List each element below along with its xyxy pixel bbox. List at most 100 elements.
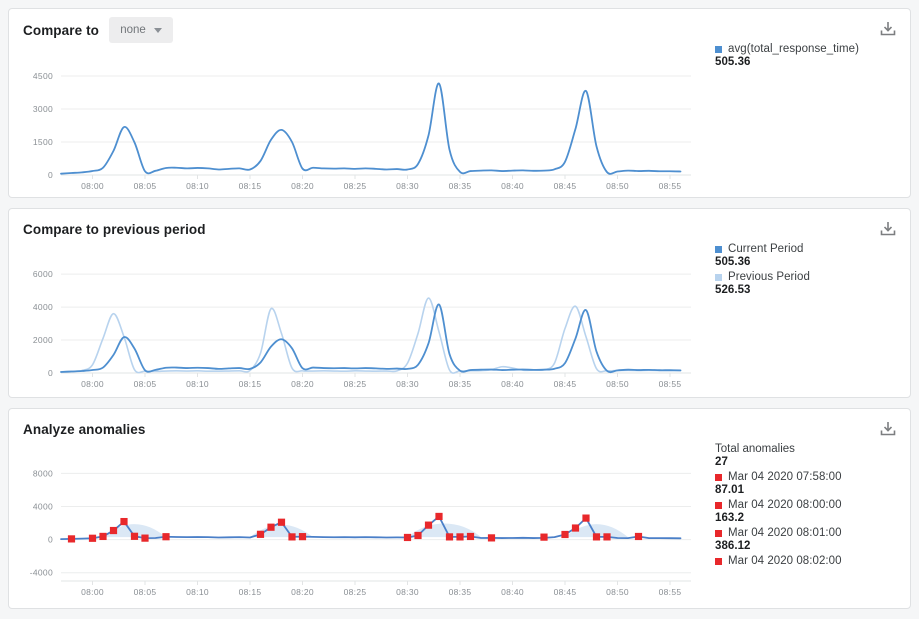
- panel-3-legend: Total anomalies 27 Mar 04 2020 07:58:00 …: [701, 409, 910, 608]
- legend-swatch-icon: [715, 274, 722, 281]
- svg-text:08:20: 08:20: [291, 587, 314, 597]
- legend-item-label: Previous Period: [728, 271, 810, 283]
- legend-item-value: 526.53: [715, 284, 910, 296]
- legend-swatch-icon: [715, 558, 722, 565]
- legend-item[interactable]: Mar 04 2020 07:58:00: [715, 471, 910, 483]
- svg-text:0: 0: [48, 535, 53, 545]
- svg-text:08:20: 08:20: [291, 181, 314, 191]
- chevron-down-icon: [154, 28, 162, 33]
- legend-item[interactable]: Mar 04 2020 08:00:00: [715, 499, 910, 511]
- svg-text:08:30: 08:30: [396, 181, 419, 191]
- svg-text:08:40: 08:40: [501, 181, 524, 191]
- legend-item[interactable]: Previous Period: [715, 271, 910, 283]
- legend-item-label: Mar 04 2020 08:02:00: [728, 555, 842, 567]
- panel-1-chart-container: Compare to none 015003000450008:0008:050…: [9, 9, 701, 197]
- download-icon[interactable]: [878, 19, 898, 39]
- legend-item-label: Mar 04 2020 08:00:00: [728, 499, 842, 511]
- panel-2-chart-container: Compare to previous period 0 2000 4000 6000…: [9, 209, 701, 397]
- legend-item[interactable]: Mar 04 2020 08:01:00: [715, 527, 910, 539]
- compare-to-dropdown-value: none: [120, 24, 146, 36]
- legend-list-1: avg(total_response_time) 505.36: [715, 43, 910, 68]
- svg-text:08:45: 08:45: [554, 379, 577, 389]
- svg-text:08:55: 08:55: [659, 379, 682, 389]
- svg-text:08:10: 08:10: [186, 181, 209, 191]
- panel-1-legend: avg(total_response_time) 505.36: [701, 9, 910, 197]
- legend-item[interactable]: Mar 04 2020 08:02:00: [715, 555, 910, 567]
- svg-text:08:00: 08:00: [81, 181, 104, 191]
- total-anomalies-label: Total anomalies: [715, 443, 910, 455]
- panel-2-title: Compare to previous period: [23, 222, 206, 237]
- dashboard-page: Compare to none 015003000450008:0008:050…: [0, 0, 919, 619]
- panel-3-title: Analyze anomalies: [23, 422, 146, 437]
- legend-item[interactable]: avg(total_response_time): [715, 43, 910, 55]
- svg-text:08:05: 08:05: [134, 587, 157, 597]
- page-title: Compare to: [23, 23, 99, 38]
- svg-text:08:50: 08:50: [606, 379, 629, 389]
- panel-compare-previous-period: Compare to previous period 0 2000 4000 6000…: [8, 208, 911, 398]
- legend-item-label: Mar 04 2020 08:01:00: [728, 527, 842, 539]
- svg-text:08:05: 08:05: [134, 379, 157, 389]
- panel-1-header: Compare to none: [23, 17, 173, 43]
- svg-text:08:25: 08:25: [344, 181, 367, 191]
- svg-text:08:50: 08:50: [606, 181, 629, 191]
- chart-compare-to: 0 1500 3000 4500 08:00 08:05 08:10 08:15 08:20 08…: [9, 55, 701, 195]
- svg-text:08:05: 08:05: [134, 181, 157, 191]
- legend-item-value: 505.36: [715, 256, 910, 268]
- legend-swatch-icon: [715, 502, 722, 509]
- svg-text:08:35: 08:35: [449, 181, 472, 191]
- download-icon[interactable]: [878, 419, 898, 439]
- legend-item[interactable]: Current Period: [715, 243, 910, 255]
- svg-text:08:35: 08:35: [449, 379, 472, 389]
- legend-list-2: Current Period 505.36 Previous Period 52…: [715, 243, 910, 296]
- svg-text:08:30: 08:30: [396, 587, 419, 597]
- svg-text:08:55: 08:55: [659, 181, 682, 191]
- svg-text:4500: 4500: [33, 71, 53, 81]
- legend-item-label: Current Period: [728, 243, 803, 255]
- legend-item-value: 87.01: [715, 484, 910, 496]
- svg-text:08:15: 08:15: [239, 181, 262, 191]
- panel-2-legend: Current Period 505.36 Previous Period 52…: [701, 209, 910, 397]
- legend-item-label: avg(total_response_time): [728, 43, 859, 55]
- svg-text:08:45: 08:45: [554, 181, 577, 191]
- legend-swatch-icon: [715, 246, 722, 253]
- svg-text:8000: 8000: [33, 468, 53, 478]
- legend-list-3: Total anomalies 27 Mar 04 2020 07:58:00 …: [715, 443, 910, 567]
- compare-to-dropdown[interactable]: none: [109, 17, 173, 43]
- legend-item-value: 163.2: [715, 512, 910, 524]
- svg-text:08:40: 08:40: [501, 587, 524, 597]
- svg-text:08:10: 08:10: [186, 587, 209, 597]
- svg-text:0: 0: [48, 368, 53, 378]
- legend-item-value: 386.12: [715, 540, 910, 552]
- legend-item-value: 505.36: [715, 56, 910, 68]
- svg-text:08:25: 08:25: [344, 587, 367, 597]
- svg-text:08:30: 08:30: [396, 379, 419, 389]
- legend-swatch-icon: [715, 530, 722, 537]
- svg-text:6000: 6000: [33, 269, 53, 279]
- svg-text:-4000: -4000: [30, 568, 53, 578]
- panel-analyze-anomalies: Analyze anomalies -4000 0 4000 8000 08:00 08:…: [8, 408, 911, 609]
- svg-text:4000: 4000: [33, 302, 53, 312]
- svg-text:08:15: 08:15: [239, 587, 262, 597]
- svg-text:1500: 1500: [33, 137, 53, 147]
- panel-3-chart-container: Analyze anomalies -4000 0 4000 8000 08:00 08:…: [9, 409, 701, 608]
- download-icon[interactable]: [878, 219, 898, 239]
- svg-text:08:50: 08:50: [606, 587, 629, 597]
- legend-swatch-icon: [715, 46, 722, 53]
- chart-analyze-anomalies: -4000 0 4000 8000 08:00 08:05 08:10 08:15 08:20 0…: [9, 451, 701, 603]
- legend-item-label: Mar 04 2020 07:58:00: [728, 471, 842, 483]
- svg-text:08:45: 08:45: [554, 587, 577, 597]
- svg-text:3000: 3000: [33, 104, 53, 114]
- svg-text:2000: 2000: [33, 335, 53, 345]
- svg-text:08:15: 08:15: [239, 379, 262, 389]
- svg-text:08:00: 08:00: [81, 379, 104, 389]
- svg-text:08:00: 08:00: [81, 587, 104, 597]
- legend-swatch-icon: [715, 474, 722, 481]
- panel-compare-to: Compare to none 015003000450008:0008:050…: [8, 8, 911, 198]
- total-anomalies-value: 27: [715, 456, 910, 468]
- svg-text:08:40: 08:40: [501, 379, 524, 389]
- chart-compare-previous-period: 020004000600008:0008:0508:1008:1508:2008…: [9, 251, 701, 393]
- svg-text:4000: 4000: [33, 502, 53, 512]
- svg-text:08:25: 08:25: [344, 379, 367, 389]
- svg-text:08:35: 08:35: [449, 587, 472, 597]
- svg-text:0: 0: [48, 170, 53, 180]
